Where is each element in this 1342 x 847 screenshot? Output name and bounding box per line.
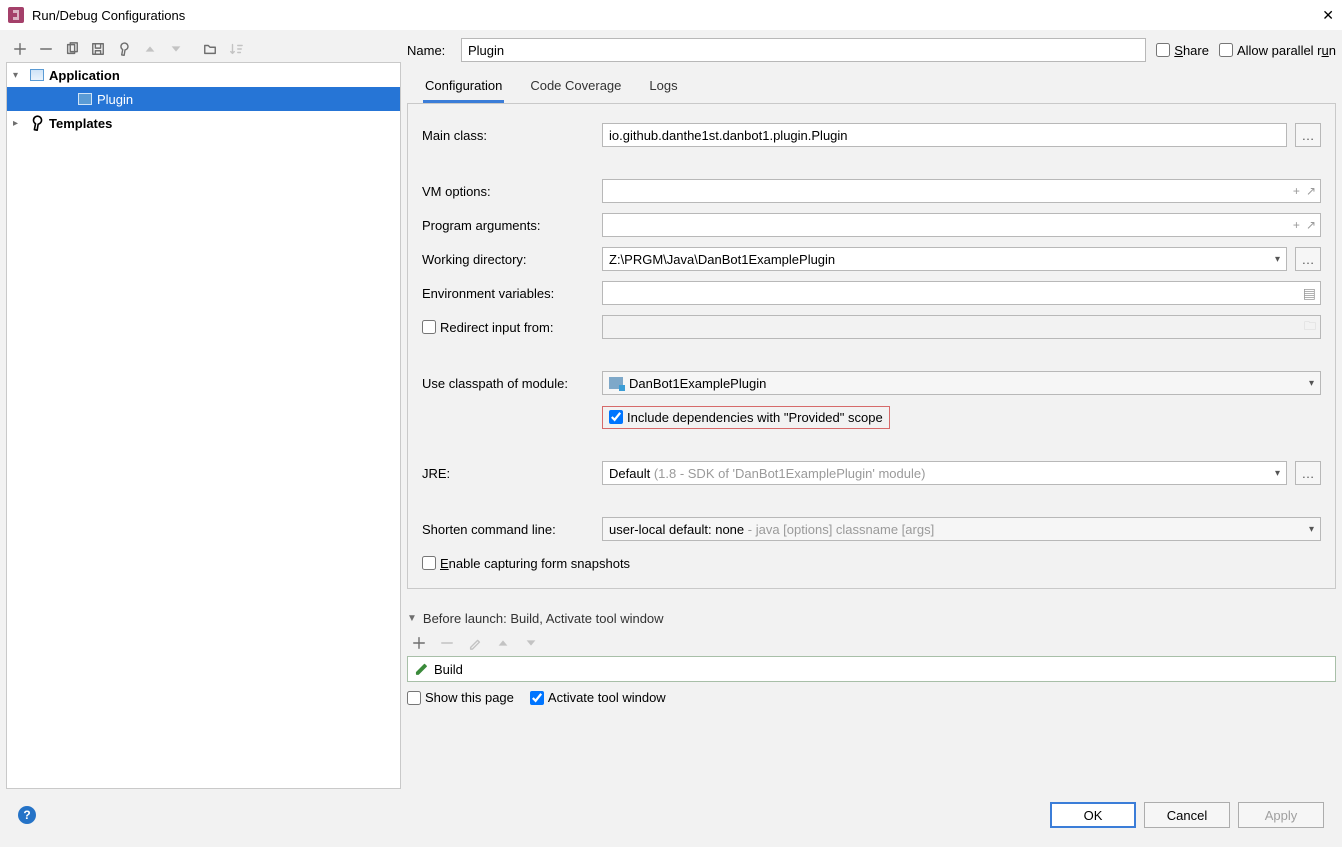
chevron-down-icon[interactable]: ▾ — [1275, 254, 1280, 265]
tab-configuration[interactable]: Configuration — [423, 71, 504, 103]
browse-jre-button[interactable]: … — [1295, 461, 1321, 485]
jre-dropdown[interactable]: Default (1.8 - SDK of 'DanBot1ExamplePlu… — [602, 461, 1287, 485]
tab-coverage[interactable]: Code Coverage — [528, 71, 623, 103]
main-class-label: Main class: — [422, 128, 594, 143]
env-vars-label: Environment variables: — [422, 286, 594, 301]
shorten-dropdown[interactable]: user-local default: none - java [options… — [602, 517, 1321, 541]
tabs: Configuration Code Coverage Logs — [407, 72, 1336, 104]
working-dir-label: Working directory: — [422, 252, 594, 267]
config-tree[interactable]: ▾ Application Plugin ▸ Templates — [6, 62, 401, 789]
sort-icon — [224, 38, 248, 60]
jre-label: JRE: — [422, 466, 594, 481]
include-deps-highlight: Include dependencies with "Provided" sco… — [602, 406, 890, 429]
application-icon — [77, 91, 93, 107]
folder-icon: 🗀 — [1304, 317, 1316, 338]
include-deps-checkbox[interactable]: Include dependencies with "Provided" sco… — [609, 410, 883, 425]
before-launch-title: Before launch: Build, Activate tool wind… — [423, 611, 664, 626]
tree-node-templates[interactable]: ▸ Templates — [7, 111, 400, 135]
list-icon[interactable]: ▤ — [1303, 285, 1316, 302]
wrench-icon — [26, 112, 48, 134]
application-icon — [29, 67, 45, 83]
window-title: Run/Debug Configurations — [32, 8, 1318, 23]
module-icon — [609, 377, 623, 389]
move-down-icon — [164, 38, 188, 60]
ok-button[interactable]: OK — [1050, 802, 1136, 828]
chevron-down-icon[interactable]: ▾ — [13, 70, 25, 81]
add-icon[interactable] — [407, 632, 431, 654]
config-panel: Main class: … VM options: +↗ Program arg… — [407, 104, 1336, 589]
classpath-dropdown[interactable]: DanBot1ExamplePlugin▾ — [602, 371, 1321, 395]
tree-toolbar — [6, 36, 401, 62]
titlebar: Run/Debug Configurations ✕ — [0, 0, 1342, 30]
move-up-icon — [491, 632, 515, 654]
tree-label: Plugin — [97, 92, 133, 107]
plus-icon[interactable]: + — [1293, 218, 1300, 232]
name-input[interactable] — [461, 38, 1146, 62]
show-page-checkbox[interactable]: Show this page — [407, 690, 514, 705]
expand-icon[interactable]: ↗ — [1306, 218, 1316, 232]
apply-button: Apply — [1238, 802, 1324, 828]
help-icon[interactable]: ? — [18, 806, 36, 824]
wrench-icon[interactable] — [108, 33, 140, 65]
redirect-checkbox[interactable]: Redirect input from: — [422, 320, 594, 335]
tab-logs[interactable]: Logs — [647, 71, 679, 103]
before-launch-list[interactable]: Build — [407, 656, 1336, 682]
hammer-icon — [414, 661, 428, 678]
remove-icon[interactable] — [34, 38, 58, 60]
cancel-button[interactable]: Cancel — [1144, 802, 1230, 828]
move-down-icon — [519, 632, 543, 654]
browse-working-dir-button[interactable]: … — [1295, 247, 1321, 271]
close-icon[interactable]: ✕ — [1318, 7, 1334, 24]
tree-node-application[interactable]: ▾ Application — [7, 63, 400, 87]
parallel-checkbox[interactable]: Allow parallel run — [1219, 43, 1336, 58]
add-icon[interactable] — [8, 38, 32, 60]
intellij-icon — [8, 7, 24, 23]
working-dir-input[interactable]: Z:\PRGM\Java\DanBot1ExamplePlugin▾ — [602, 247, 1287, 271]
remove-icon — [435, 632, 459, 654]
main-class-input[interactable] — [602, 123, 1287, 147]
classpath-label: Use classpath of module: — [422, 376, 594, 391]
build-task-label: Build — [434, 662, 463, 677]
vm-options-label: VM options: — [422, 184, 594, 199]
save-icon[interactable] — [86, 38, 110, 60]
tree-node-plugin[interactable]: Plugin — [7, 87, 400, 111]
copy-icon[interactable] — [60, 38, 84, 60]
activate-window-checkbox[interactable]: Activate tool window — [530, 690, 666, 705]
snapshots-checkbox[interactable]: Enable capturing form snapshots — [422, 556, 630, 571]
expand-icon[interactable]: ↗ — [1306, 184, 1316, 198]
chevron-down-icon[interactable]: ▾ — [1275, 468, 1280, 479]
plus-icon[interactable]: + — [1293, 184, 1300, 198]
browse-main-class-button[interactable]: … — [1295, 123, 1321, 147]
before-launch-section: ▼ Before launch: Build, Activate tool wi… — [407, 611, 1336, 705]
chevron-right-icon[interactable]: ▸ — [13, 118, 25, 129]
before-launch-header[interactable]: ▼ Before launch: Build, Activate tool wi… — [407, 611, 1336, 626]
folder-icon[interactable] — [198, 38, 222, 60]
dialog-buttons: ? OK Cancel Apply — [6, 789, 1336, 841]
shorten-label: Shorten command line: — [422, 522, 594, 537]
redirect-input: 🗀 — [602, 315, 1321, 339]
program-args-label: Program arguments: — [422, 218, 594, 233]
share-checkbox[interactable]: SSharehare — [1156, 43, 1209, 58]
chevron-down-icon[interactable]: ▾ — [1309, 524, 1314, 535]
tree-label: Templates — [49, 116, 112, 131]
chevron-down-icon[interactable]: ▾ — [1309, 378, 1314, 389]
vm-options-input[interactable]: +↗ — [602, 179, 1321, 203]
program-args-input[interactable]: +↗ — [602, 213, 1321, 237]
edit-icon — [463, 632, 487, 654]
tree-label: Application — [49, 68, 120, 83]
env-vars-input[interactable]: ▤ — [602, 281, 1321, 305]
name-label: Name: — [407, 43, 451, 58]
chevron-down-icon[interactable]: ▼ — [407, 613, 417, 624]
move-up-icon — [138, 38, 162, 60]
